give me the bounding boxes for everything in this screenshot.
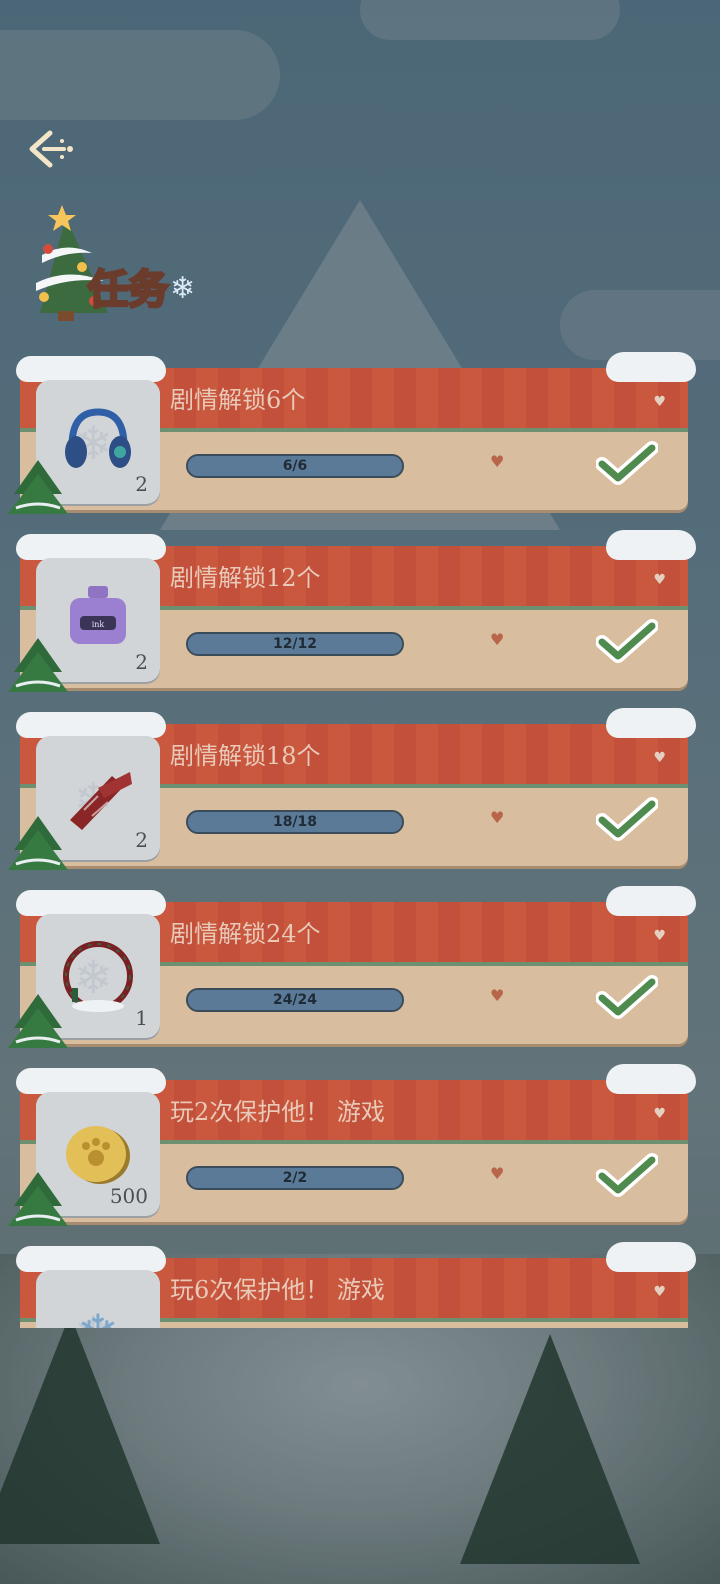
snow-cap bbox=[606, 352, 696, 382]
ink-bottle-icon: ink bbox=[58, 580, 138, 660]
svg-text:❄: ❄ bbox=[77, 1304, 119, 1328]
snow-cap bbox=[606, 1242, 696, 1272]
snow-cap bbox=[16, 1068, 166, 1094]
progress-text: 2/2 bbox=[282, 1170, 308, 1186]
check-icon[interactable] bbox=[595, 1152, 659, 1198]
snow-cap bbox=[606, 530, 696, 560]
snow-cap bbox=[606, 886, 696, 916]
reward-count: 500 bbox=[109, 1184, 148, 1208]
task-title: 剧情解锁24个 bbox=[170, 920, 321, 948]
snow-cap bbox=[16, 712, 166, 738]
heart-icon: ♥ bbox=[490, 452, 505, 471]
task-title: 玩6次保护他！ 游戏 bbox=[170, 1276, 385, 1304]
pine-tree-icon bbox=[8, 994, 68, 1052]
task-list[interactable]: 剧情解锁6个♥♥❄26/6剧情解锁12个♥♥❄ink212/12剧情解锁18个♥… bbox=[0, 340, 720, 1328]
progress-bar: 12/12 bbox=[186, 632, 404, 656]
headphones-icon bbox=[58, 402, 138, 482]
snowflake-icon: ❄ bbox=[58, 1292, 138, 1328]
page-title: 任务 bbox=[87, 266, 170, 315]
reward-count: 2 bbox=[135, 650, 148, 674]
back-arrow-icon[interactable] bbox=[22, 125, 82, 175]
snow-cap bbox=[16, 356, 166, 382]
tie-icon bbox=[58, 758, 138, 838]
heart-icon: ♥ bbox=[490, 630, 505, 649]
snow-cap bbox=[16, 534, 166, 560]
reward-count: 2 bbox=[135, 472, 148, 496]
check-icon[interactable] bbox=[595, 440, 659, 486]
snow-cap bbox=[16, 890, 166, 916]
progress-bar: 6/6 bbox=[186, 454, 404, 478]
pine-tree-icon bbox=[8, 816, 68, 874]
task-title: 剧情解锁12个 bbox=[170, 564, 321, 592]
progress-bar: 2/2 bbox=[186, 1166, 404, 1190]
task-card[interactable]: 剧情解锁12个♥♥❄ink212/12 bbox=[8, 530, 696, 692]
progress-bar: 18/18 bbox=[186, 810, 404, 834]
progress-text: 6/6 bbox=[282, 458, 308, 474]
check-icon[interactable] bbox=[595, 796, 659, 842]
gold-coin-icon bbox=[58, 1114, 138, 1194]
task-title: 剧情解锁6个 bbox=[170, 386, 306, 414]
heart-icon: ♥ bbox=[653, 394, 666, 410]
task-card[interactable]: 玩6次保护他！ 游戏 ♥ ❄❄ bbox=[16, 1242, 696, 1328]
progress-bar: 24/24 bbox=[186, 988, 404, 1012]
check-icon[interactable] bbox=[595, 618, 659, 664]
page-title-logo: 任务 ❄ bbox=[18, 205, 208, 325]
svg-text:ink: ink bbox=[92, 620, 105, 629]
reward-item[interactable]: ❄❄ bbox=[36, 1270, 160, 1328]
task-card[interactable]: 玩2次保护他！ 游戏♥♥❄5002/2 bbox=[8, 1064, 696, 1226]
snowflake-icon: ❄ bbox=[170, 271, 196, 306]
snow-cap bbox=[606, 1064, 696, 1094]
heart-icon: ♥ bbox=[653, 750, 666, 766]
task-title: 剧情解锁18个 bbox=[170, 742, 321, 770]
task-title: 玩2次保护他！ 游戏 bbox=[170, 1098, 385, 1126]
check-icon[interactable] bbox=[595, 974, 659, 1020]
progress-text: 18/18 bbox=[272, 814, 318, 830]
snow-cap bbox=[606, 708, 696, 738]
reward-count: 2 bbox=[135, 828, 148, 852]
heart-icon: ♥ bbox=[653, 1284, 666, 1300]
heart-icon: ♥ bbox=[653, 928, 666, 944]
reward-count: 1 bbox=[135, 1006, 148, 1030]
pine-tree-icon bbox=[8, 460, 68, 518]
task-card[interactable]: 剧情解锁18个♥♥❄218/18 bbox=[8, 708, 696, 870]
task-card[interactable]: 剧情解锁24个 ♥ ♥ ❄ 1 24/24 bbox=[8, 886, 696, 1048]
heart-icon: ♥ bbox=[490, 808, 505, 827]
heart-icon: ♥ bbox=[653, 1106, 666, 1122]
progress-text: 24/24 bbox=[272, 992, 318, 1008]
heart-icon: ♥ bbox=[490, 1164, 505, 1183]
heart-icon: ♥ bbox=[490, 986, 505, 1005]
heart-icon: ♥ bbox=[653, 572, 666, 588]
pine-tree-icon bbox=[8, 1172, 68, 1230]
pine-tree-icon bbox=[8, 638, 68, 696]
progress-text: 12/12 bbox=[272, 636, 318, 652]
wreath-frame-icon bbox=[58, 936, 138, 1016]
task-card[interactable]: 剧情解锁6个 ♥ ♥ ❄ 2 6/6 bbox=[8, 352, 696, 514]
snow-cap bbox=[16, 1246, 166, 1272]
